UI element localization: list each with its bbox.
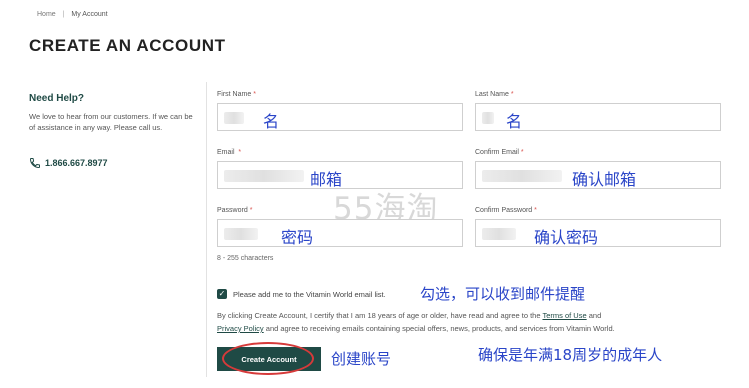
breadcrumb-current: My Account: [71, 11, 108, 18]
help-text: We love to hear from our customers. If w…: [29, 112, 193, 132]
last-name-field: Last Name * 名: [475, 91, 721, 131]
email-label: Email *: [217, 149, 242, 156]
confirm-email-input[interactable]: 确认邮箱: [475, 161, 721, 189]
terms-link[interactable]: Terms of Use: [542, 311, 586, 320]
email-annotation: 邮箱: [310, 170, 343, 189]
email-input[interactable]: 邮箱: [217, 161, 463, 189]
breadcrumb: Home | My Account: [37, 11, 108, 18]
email-list-label: Please add me to the Vitamin World email…: [233, 289, 386, 299]
phone-icon: [29, 158, 40, 169]
confirm-password-annotation: 确认密码: [534, 228, 599, 247]
phone-link[interactable]: 1.866.667.8977: [29, 157, 108, 169]
confirm-password-field: Confirm Password * 确认密码: [475, 207, 721, 247]
confirm-email-label: Confirm Email *: [475, 149, 524, 156]
divider: [206, 82, 207, 377]
email-list-checkbox[interactable]: ✓: [217, 289, 227, 299]
confirm-password-input[interactable]: 确认密码: [475, 219, 721, 247]
first-name-annotation: 名: [263, 112, 280, 131]
email-list-option: ✓ Please add me to the Vitamin World ema…: [217, 289, 386, 299]
password-hint: 8 - 255 characters: [217, 255, 274, 262]
redacted-value: [224, 170, 304, 182]
redacted-value: [482, 112, 494, 124]
age-annotation: 确保是年满18周岁的成年人: [478, 346, 663, 364]
password-field: Password * 密码: [217, 207, 463, 247]
page-title: CREATE AN ACCOUNT: [29, 36, 226, 55]
first-name-label: First Name *: [217, 91, 256, 98]
confirm-email-annotation: 确认邮箱: [572, 170, 637, 189]
help-panel: Need Help? We love to hear from our cust…: [29, 93, 194, 133]
password-input[interactable]: 密码: [217, 219, 463, 247]
redacted-value: [224, 112, 244, 124]
redacted-value: [482, 228, 516, 240]
last-name-annotation: 名: [506, 112, 523, 131]
help-title: Need Help?: [29, 93, 85, 104]
highlight-circle: [222, 342, 314, 375]
breadcrumb-home-link[interactable]: Home: [37, 11, 56, 18]
create-account-annotation: 创建账号: [331, 350, 392, 368]
password-label: Password *: [217, 207, 253, 214]
last-name-label: Last Name *: [475, 91, 514, 98]
legal-text: By clicking Create Account, I certify th…: [217, 311, 615, 333]
email-field: Email * 邮箱: [217, 149, 463, 189]
confirm-password-label: Confirm Password *: [475, 207, 537, 214]
confirm-email-field: Confirm Email * 确认邮箱: [475, 149, 721, 189]
redacted-value: [482, 170, 562, 182]
first-name-input[interactable]: 名: [217, 103, 463, 131]
first-name-field: First Name * 名: [217, 91, 463, 131]
phone-number: 1.866.667.8977: [45, 158, 108, 168]
last-name-input[interactable]: 名: [475, 103, 721, 131]
redacted-value: [224, 228, 258, 240]
email-list-annotation: 勾选，可以收到邮件提醒: [420, 285, 586, 303]
privacy-link[interactable]: Privacy Policy: [217, 324, 264, 333]
password-annotation: 密码: [281, 228, 314, 247]
breadcrumb-separator: |: [62, 11, 65, 18]
